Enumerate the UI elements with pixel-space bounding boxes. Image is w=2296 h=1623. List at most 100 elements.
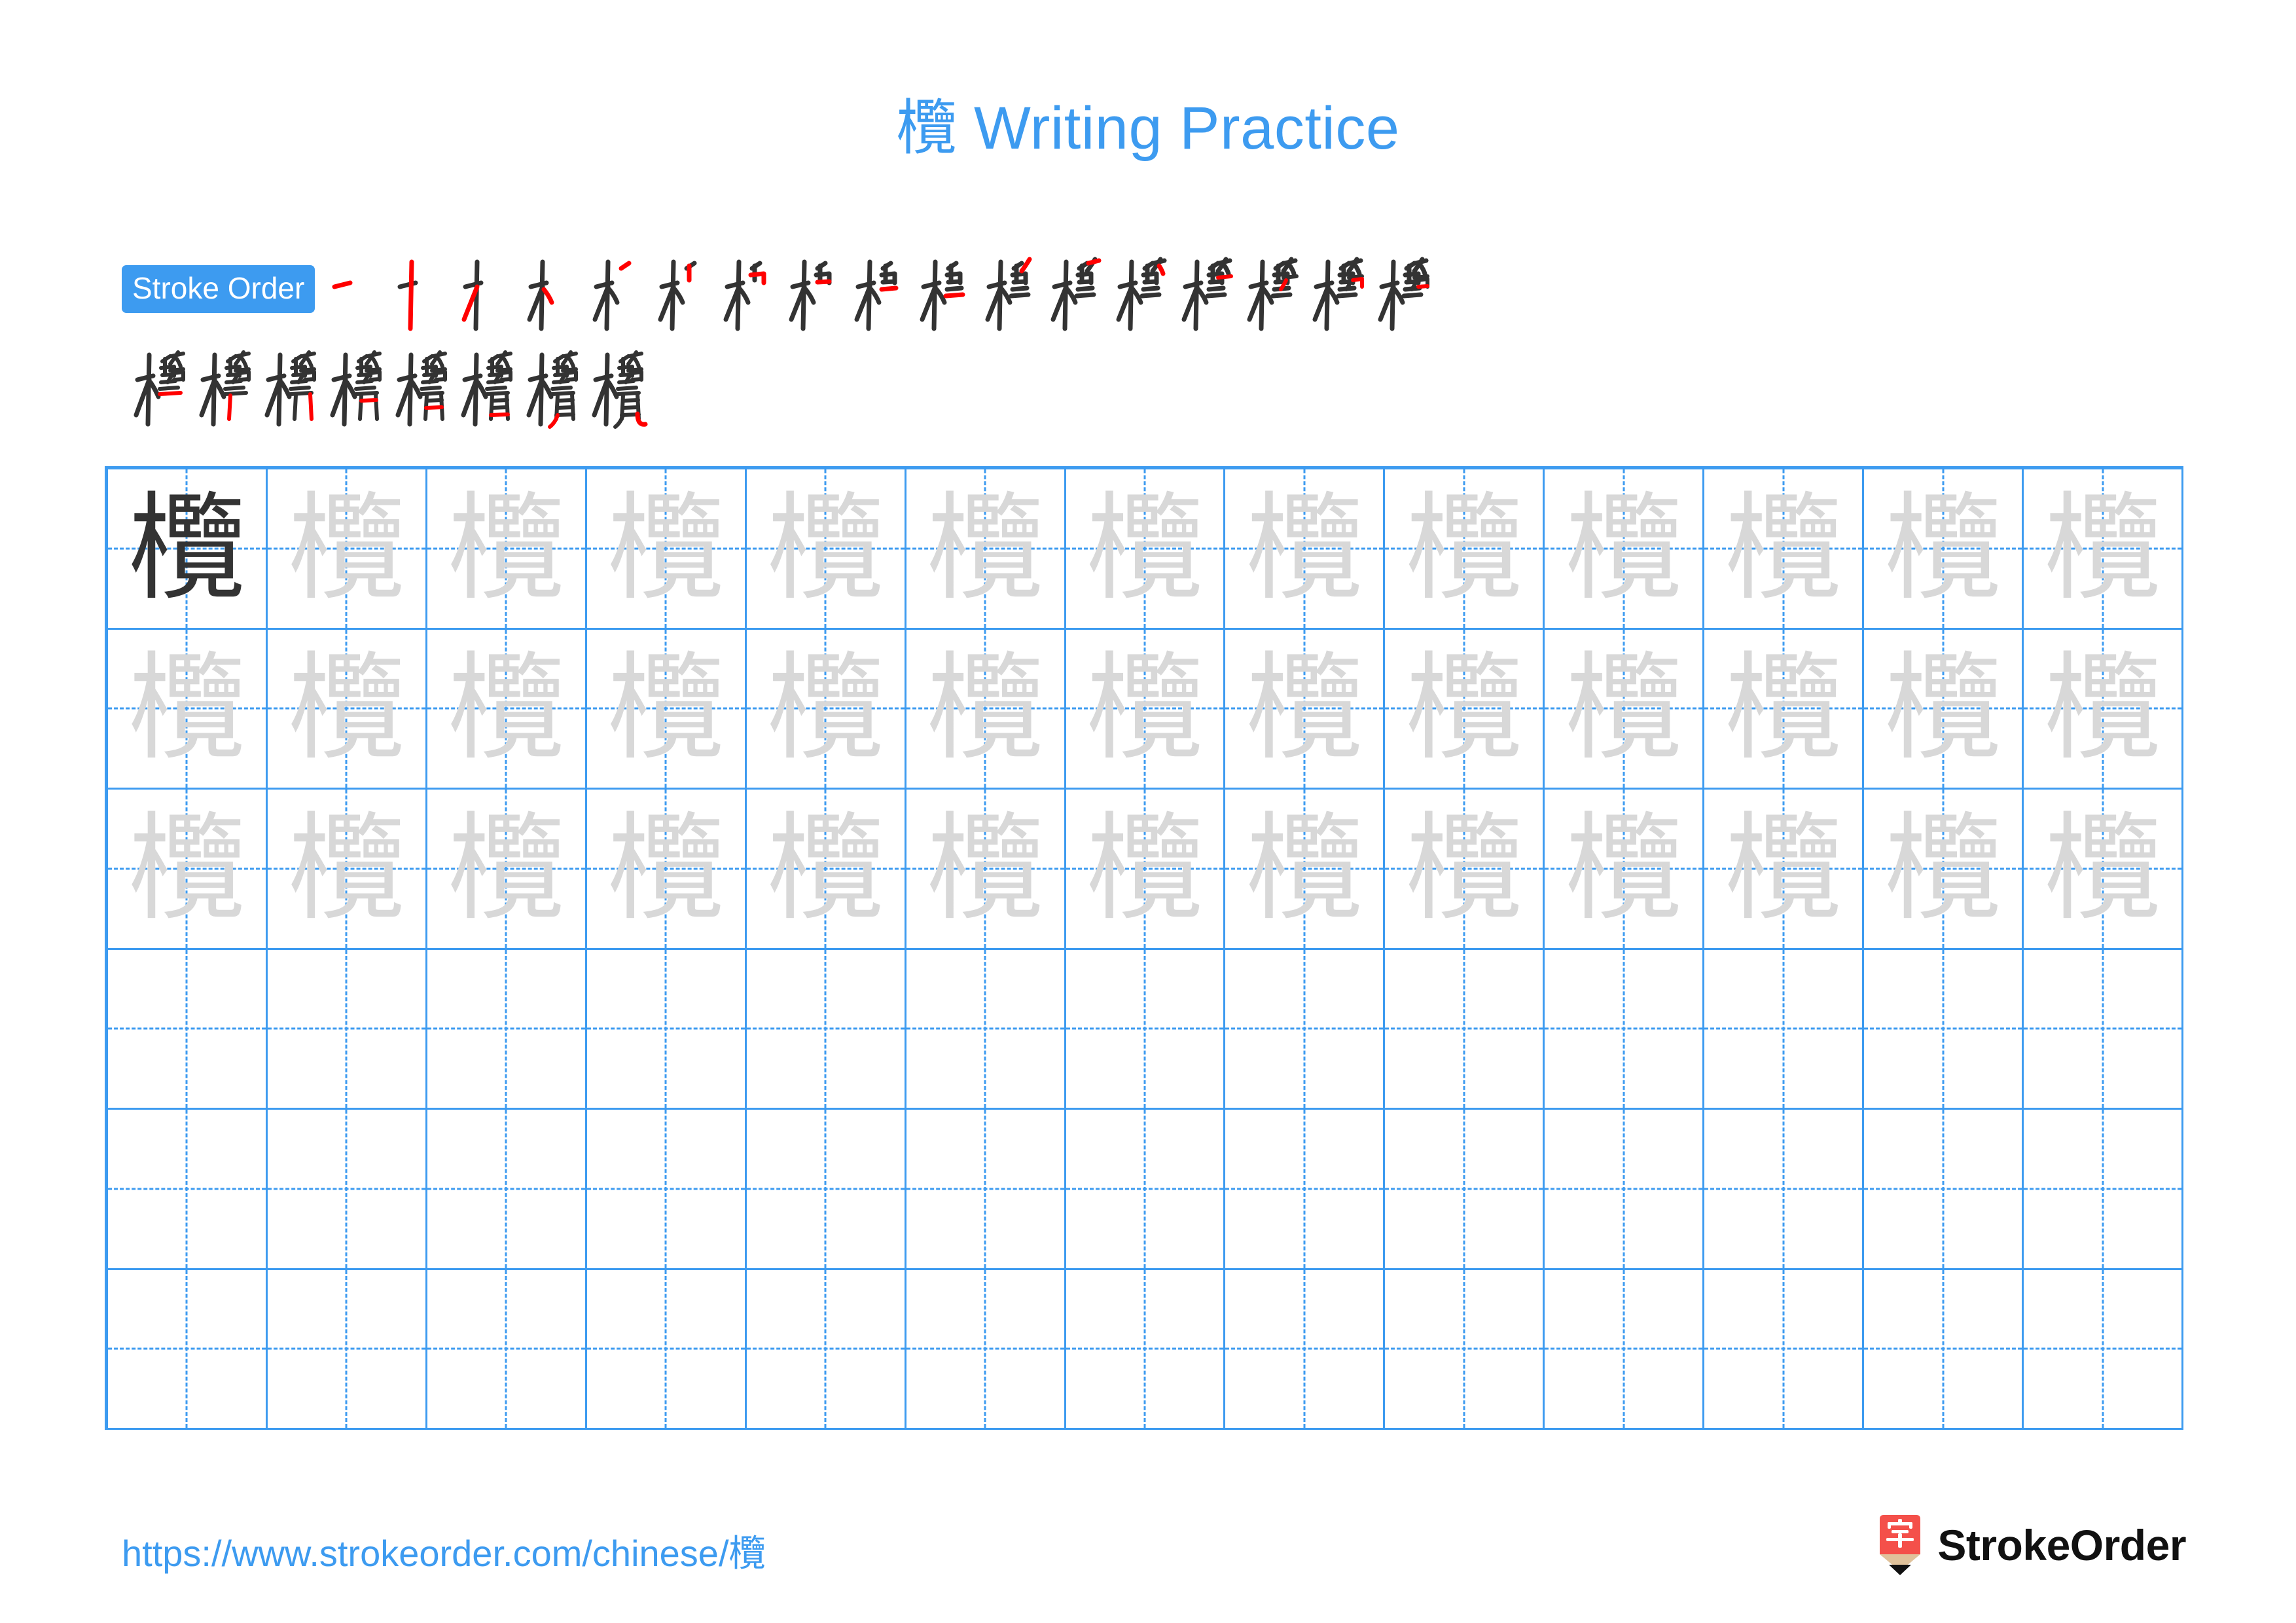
practice-cell-r5-c2[interactable] xyxy=(267,1110,427,1270)
stroke-step-21 xyxy=(318,343,384,428)
practice-cell-r3-c2[interactable]: 欖 xyxy=(267,790,427,950)
practice-cell-r2-c12[interactable]: 欖 xyxy=(1864,629,2024,790)
practice-cell-r5-c1[interactable] xyxy=(108,1110,268,1270)
practice-cell-r1-c12[interactable]: 欖 xyxy=(1864,469,2024,630)
practice-cell-character: 欖 xyxy=(288,480,405,616)
practice-cell-r2-c9[interactable]: 欖 xyxy=(1385,629,1545,790)
practice-cell-r6-c1[interactable] xyxy=(108,1269,268,1430)
practice-cell-r1-c4[interactable]: 欖 xyxy=(586,469,747,630)
practice-cell-r1-c9[interactable]: 欖 xyxy=(1385,469,1545,630)
practice-cell-character: 欖 xyxy=(1246,800,1363,936)
practice-cell-r6-c4[interactable] xyxy=(586,1269,747,1430)
stroke-step-15 xyxy=(1235,246,1300,331)
practice-cell-character: 欖 xyxy=(1405,480,1522,616)
practice-cell-r3-c4[interactable]: 欖 xyxy=(586,790,747,950)
practice-cell-r1-c8[interactable]: 欖 xyxy=(1225,469,1386,630)
source-url-link[interactable]: https://www.strokeorder.com/chinese/欖 xyxy=(122,1524,766,1577)
stroke-order-row-2 xyxy=(122,340,2203,431)
practice-cell-r4-c1[interactable] xyxy=(108,949,268,1110)
practice-cell-r4-c3[interactable] xyxy=(427,949,587,1110)
practice-cell-r6-c8[interactable] xyxy=(1225,1269,1386,1430)
practice-cell-r5-c7[interactable] xyxy=(1066,1110,1226,1270)
practice-cell-r6-c2[interactable] xyxy=(267,1269,427,1430)
practice-cell-r5-c12[interactable] xyxy=(1864,1110,2024,1270)
practice-cell-r1-c10[interactable]: 欖 xyxy=(1545,469,1705,630)
practice-cell-r2-c11[interactable]: 欖 xyxy=(1704,629,1865,790)
practice-cell-r2-c8[interactable]: 欖 xyxy=(1225,629,1386,790)
practice-cell-r5-c8[interactable] xyxy=(1225,1110,1386,1270)
practice-cell-r2-c6[interactable]: 欖 xyxy=(906,629,1066,790)
practice-cell-r3-c11[interactable]: 欖 xyxy=(1704,790,1865,950)
cell-center-vertical-guide xyxy=(345,949,348,1108)
practice-cell-r4-c7[interactable] xyxy=(1066,949,1226,1110)
practice-cell-r1-c2[interactable]: 欖 xyxy=(267,469,427,630)
stroke-step-3 xyxy=(450,246,515,331)
practice-cell-r1-c5[interactable]: 欖 xyxy=(746,469,906,630)
practice-cell-r3-c13[interactable]: 欖 xyxy=(2024,790,2183,950)
practice-cell-r2-c3[interactable]: 欖 xyxy=(427,629,587,790)
practice-cell-r4-c9[interactable] xyxy=(1385,949,1545,1110)
practice-cell-r5-c3[interactable] xyxy=(427,1110,587,1270)
cell-center-horizontal-guide xyxy=(1864,1188,2022,1190)
practice-cell-r4-c4[interactable] xyxy=(586,949,747,1110)
practice-cell-character: 欖 xyxy=(1725,640,1842,776)
practice-cell-r5-c4[interactable] xyxy=(586,1110,747,1270)
cell-center-horizontal-guide xyxy=(586,1027,745,1030)
practice-cell-r4-c13[interactable] xyxy=(2024,949,2183,1110)
practice-cell-character: 欖 xyxy=(128,640,245,776)
cell-center-vertical-guide xyxy=(1782,1110,1785,1268)
practice-cell-r4-c8[interactable] xyxy=(1225,949,1386,1110)
practice-cell-r2-c7[interactable]: 欖 xyxy=(1066,629,1226,790)
page-title: 欖 Writing Practice xyxy=(0,98,2296,158)
practice-cell-r6-c13[interactable] xyxy=(2024,1269,2183,1430)
practice-cell-r1-c1[interactable]: 欖 xyxy=(108,469,268,630)
practice-cell-r5-c5[interactable] xyxy=(746,1110,906,1270)
practice-cell-r2-c13[interactable]: 欖 xyxy=(2024,629,2183,790)
practice-cell-r4-c5[interactable] xyxy=(746,949,906,1110)
practice-cell-r3-c5[interactable]: 欖 xyxy=(746,790,906,950)
practice-cell-r1-c6[interactable]: 欖 xyxy=(906,469,1066,630)
practice-cell-r3-c1[interactable]: 欖 xyxy=(108,790,268,950)
practice-cell-character: 欖 xyxy=(607,480,725,616)
practice-cell-r1-c13[interactable]: 欖 xyxy=(2024,469,2183,630)
strokeorder-logo[interactable]: StrokeOrder xyxy=(1877,1514,2186,1577)
practice-cell-r2-c5[interactable]: 欖 xyxy=(746,629,906,790)
practice-cell-r5-c9[interactable] xyxy=(1385,1110,1545,1270)
practice-cell-r5-c13[interactable] xyxy=(2024,1110,2183,1270)
practice-cell-r3-c7[interactable]: 欖 xyxy=(1066,790,1226,950)
practice-cell-r3-c8[interactable]: 欖 xyxy=(1225,790,1386,950)
practice-cell-r2-c10[interactable]: 欖 xyxy=(1545,629,1705,790)
practice-cell-r4-c12[interactable] xyxy=(1864,949,2024,1110)
practice-cell-r3-c12[interactable]: 欖 xyxy=(1864,790,2024,950)
practice-cell-character: 欖 xyxy=(1086,480,1203,616)
practice-cell-r4-c6[interactable] xyxy=(906,949,1066,1110)
practice-cell-r3-c3[interactable]: 欖 xyxy=(427,790,587,950)
practice-cell-r3-c6[interactable]: 欖 xyxy=(906,790,1066,950)
cell-center-horizontal-guide xyxy=(108,1027,266,1030)
practice-cell-r5-c11[interactable] xyxy=(1704,1110,1865,1270)
practice-cell-r5-c6[interactable] xyxy=(906,1110,1066,1270)
practice-cell-r2-c4[interactable]: 欖 xyxy=(586,629,747,790)
practice-cell-r2-c2[interactable]: 欖 xyxy=(267,629,427,790)
practice-cell-r1-c7[interactable]: 欖 xyxy=(1066,469,1226,630)
practice-cell-r6-c6[interactable] xyxy=(906,1269,1066,1430)
practice-cell-r2-c1[interactable]: 欖 xyxy=(108,629,268,790)
cell-center-vertical-guide xyxy=(1303,949,1306,1108)
practice-cell-r4-c11[interactable] xyxy=(1704,949,1865,1110)
practice-cell-r6-c9[interactable] xyxy=(1385,1269,1545,1430)
practice-cell-r6-c12[interactable] xyxy=(1864,1269,2024,1430)
cell-center-vertical-guide xyxy=(824,1269,827,1428)
practice-cell-r1-c3[interactable]: 欖 xyxy=(427,469,587,630)
practice-cell-r6-c5[interactable] xyxy=(746,1269,906,1430)
practice-cell-r3-c10[interactable]: 欖 xyxy=(1545,790,1705,950)
practice-cell-r6-c10[interactable] xyxy=(1545,1269,1705,1430)
practice-cell-r6-c11[interactable] xyxy=(1704,1269,1865,1430)
cell-center-vertical-guide xyxy=(664,1269,667,1428)
practice-cell-r6-c3[interactable] xyxy=(427,1269,587,1430)
practice-cell-r1-c11[interactable]: 欖 xyxy=(1704,469,1865,630)
practice-cell-r5-c10[interactable] xyxy=(1545,1110,1705,1270)
practice-cell-r4-c2[interactable] xyxy=(267,949,427,1110)
practice-cell-r3-c9[interactable]: 欖 xyxy=(1385,790,1545,950)
practice-cell-r6-c7[interactable] xyxy=(1066,1269,1226,1430)
practice-cell-r4-c10[interactable] xyxy=(1545,949,1705,1110)
